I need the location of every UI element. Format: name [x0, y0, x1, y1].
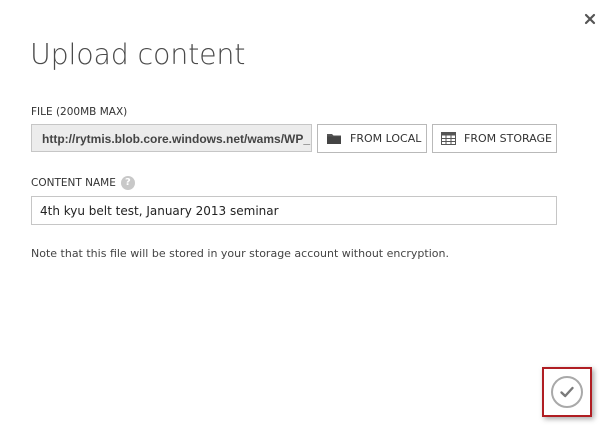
file-url-field[interactable]: http://rytmis.blob.core.windows.net/wams… [31, 124, 312, 152]
dialog-title: Upload content [30, 38, 246, 71]
from-storage-button[interactable]: FROM STORAGE [432, 124, 557, 153]
confirm-highlight-box [542, 367, 592, 417]
from-storage-label: FROM STORAGE [464, 132, 552, 145]
close-button[interactable] [582, 11, 598, 27]
content-name-label: CONTENT NAME [31, 177, 116, 189]
from-local-label: FROM LOCAL [350, 132, 422, 145]
confirm-button[interactable] [551, 376, 583, 408]
checkmark-icon [560, 386, 574, 398]
storage-grid-icon [441, 132, 456, 145]
upload-content-dialog: Upload content FILE (200MB MAX) http://r… [0, 0, 610, 435]
folder-icon [326, 132, 342, 145]
help-icon[interactable]: ? [120, 176, 135, 190]
encryption-note: Note that this file will be stored in yo… [31, 247, 449, 260]
content-name-input[interactable] [31, 196, 557, 225]
content-name-label-row: CONTENT NAME ? [31, 176, 135, 190]
close-icon [584, 13, 596, 25]
from-local-button[interactable]: FROM LOCAL [317, 124, 427, 153]
file-label: FILE (200MB MAX) [31, 106, 128, 118]
